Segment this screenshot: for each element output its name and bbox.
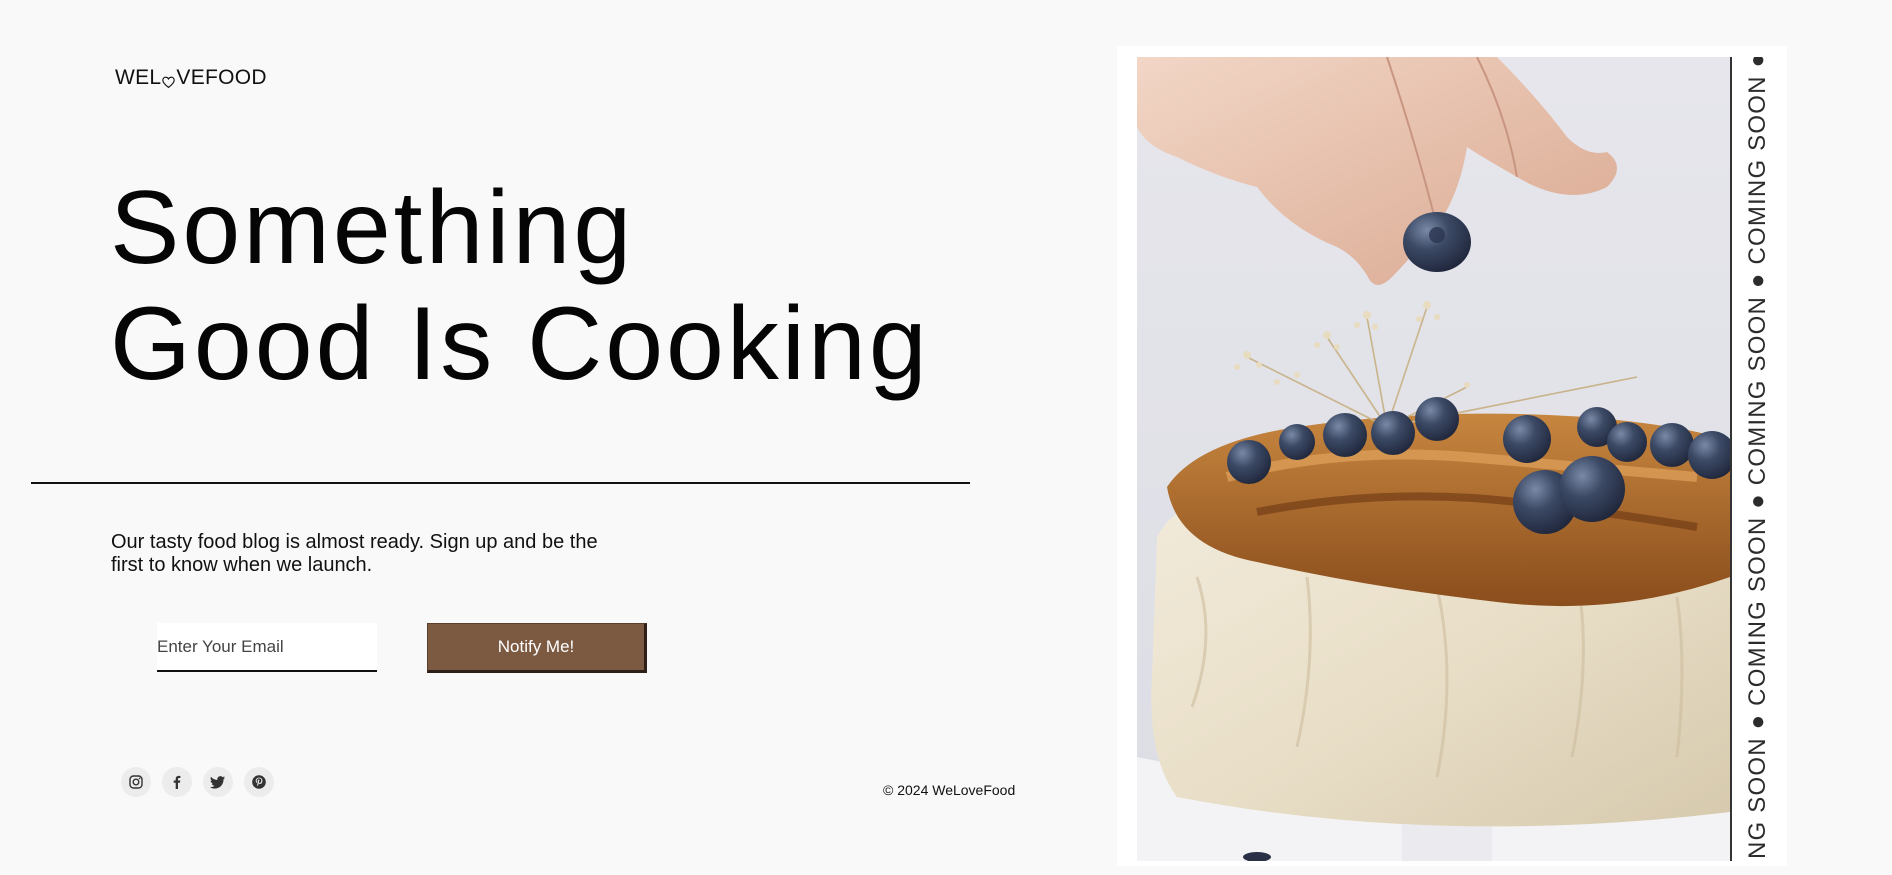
headline: Something Good Is Cooking [110,170,930,402]
facebook-link[interactable] [162,767,192,797]
facebook-icon [173,775,181,789]
twitter-icon [210,776,225,789]
hero-image-panel: NG SOON ● COMING SOON ● COMING SOON ● CO… [1117,46,1787,866]
page: WEL VEFOOD Something Good Is Cooking Our… [0,0,1892,875]
logo-text-left: WEL [115,66,162,89]
pinterest-link[interactable] [244,767,274,797]
headline-line-1: Something [110,170,635,286]
social-links [121,767,274,797]
headline-line-2: Good Is Cooking [110,286,930,402]
logo[interactable]: WEL VEFOOD [115,66,267,90]
heart-icon [162,71,176,88]
ticker-text: NG SOON ● COMING SOON ● COMING SOON ● CO… [1744,57,1771,859]
cake-illustration [1137,57,1730,861]
instagram-icon [129,775,143,789]
coming-soon-ticker: NG SOON ● COMING SOON ● COMING SOON ● CO… [1732,57,1784,861]
pinterest-icon [252,775,266,789]
notify-me-button[interactable]: Notify Me! [427,623,647,673]
twitter-link[interactable] [203,767,233,797]
instagram-link[interactable] [121,767,151,797]
launch-description: Our tasty food blog is almost ready. Sig… [111,531,598,576]
copyright-text: © 2024 WeLoveFood [883,782,1016,798]
section-divider [31,482,970,484]
cake-photo [1137,57,1730,861]
logo-text-right: VEFOOD [176,66,267,89]
email-input[interactable] [157,623,377,672]
